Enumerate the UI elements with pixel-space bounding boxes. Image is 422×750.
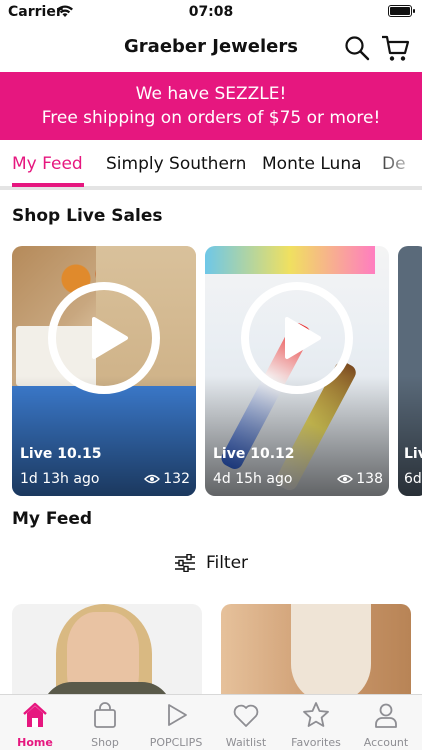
product-card[interactable] bbox=[221, 604, 411, 704]
bag-icon bbox=[94, 702, 116, 728]
tabbar-label: Waitlist bbox=[225, 736, 267, 749]
tab-monte-luna[interactable]: Monte Luna bbox=[262, 154, 362, 174]
play-icon[interactable] bbox=[48, 282, 160, 394]
tab-simply-southern[interactable]: Simply Southern bbox=[106, 154, 246, 174]
live-sale-time: 6d bbox=[404, 471, 422, 487]
search-icon[interactable] bbox=[344, 35, 370, 61]
live-sale-card[interactable]: Liv 6d bbox=[398, 246, 422, 496]
tabbar-home[interactable]: Home bbox=[0, 695, 70, 750]
live-sale-card[interactable]: Live 10.12 4d 15h ago 138 bbox=[205, 246, 389, 496]
tab-my-feed[interactable]: My Feed bbox=[12, 154, 83, 174]
star-icon bbox=[303, 702, 329, 727]
tabbar-account[interactable]: Account bbox=[351, 695, 421, 750]
tabbar-label: Shop bbox=[91, 736, 119, 749]
promo-headline: We have SEZZLE! bbox=[135, 84, 287, 104]
cart-icon[interactable] bbox=[380, 33, 410, 63]
section-title-live-sales: Shop Live Sales bbox=[12, 206, 163, 226]
play-icon bbox=[168, 704, 187, 726]
live-sale-views: 138 bbox=[337, 471, 383, 487]
tabbar-favorites[interactable]: Favorites bbox=[281, 695, 351, 750]
live-sale-title: Liv bbox=[404, 446, 422, 462]
tabbar-label: Home bbox=[17, 736, 53, 749]
live-sale-title: Live 10.15 bbox=[20, 446, 102, 462]
view-count: 138 bbox=[356, 471, 383, 487]
sliders-icon bbox=[174, 554, 195, 572]
section-title-my-feed: My Feed bbox=[12, 509, 93, 529]
filter-button[interactable]: Filter bbox=[0, 551, 422, 575]
tabbar-popclips[interactable]: POPCLIPS bbox=[141, 695, 211, 750]
eye-icon bbox=[337, 474, 354, 484]
status-bar: Carrier 07:08 bbox=[0, 0, 422, 26]
heart-icon bbox=[233, 704, 259, 727]
live-sale-time: 4d 15h ago bbox=[213, 471, 293, 487]
status-time: 07:08 bbox=[188, 4, 234, 20]
tabbar-label: Account bbox=[363, 736, 409, 749]
promo-banner: We have SEZZLE! Free shipping on orders … bbox=[0, 72, 422, 140]
view-count: 132 bbox=[163, 471, 190, 487]
product-image bbox=[291, 604, 371, 704]
filter-label: Filter bbox=[205, 553, 249, 573]
play-icon[interactable] bbox=[241, 282, 353, 394]
card-thumbnail bbox=[205, 246, 375, 274]
bottom-tab-bar: Home Shop POPCLIPS Waitlist Favorites Ac… bbox=[0, 694, 422, 750]
active-tab-indicator bbox=[12, 183, 84, 187]
live-sale-time: 1d 13h ago bbox=[20, 471, 100, 487]
live-sale-title: Live 10.12 bbox=[213, 446, 295, 462]
product-card[interactable] bbox=[12, 604, 202, 704]
person-icon bbox=[375, 703, 397, 728]
home-icon bbox=[23, 702, 47, 727]
tabbar-label: Favorites bbox=[291, 736, 341, 749]
tabbar-waitlist[interactable]: Waitlist bbox=[211, 695, 281, 750]
tabbar-shop[interactable]: Shop bbox=[70, 695, 140, 750]
eye-icon bbox=[144, 474, 161, 484]
nav-bar: Graeber Jewelers bbox=[0, 26, 422, 72]
live-sale-card[interactable]: Live 10.15 1d 13h ago 132 bbox=[12, 246, 196, 496]
tabs-fade bbox=[372, 150, 422, 180]
battery-icon bbox=[388, 5, 415, 17]
live-sale-views: 132 bbox=[144, 471, 190, 487]
tabbar-label: POPCLIPS bbox=[149, 736, 203, 749]
promo-shipping-text: Free shipping on orders of $75 or more! bbox=[41, 108, 381, 128]
